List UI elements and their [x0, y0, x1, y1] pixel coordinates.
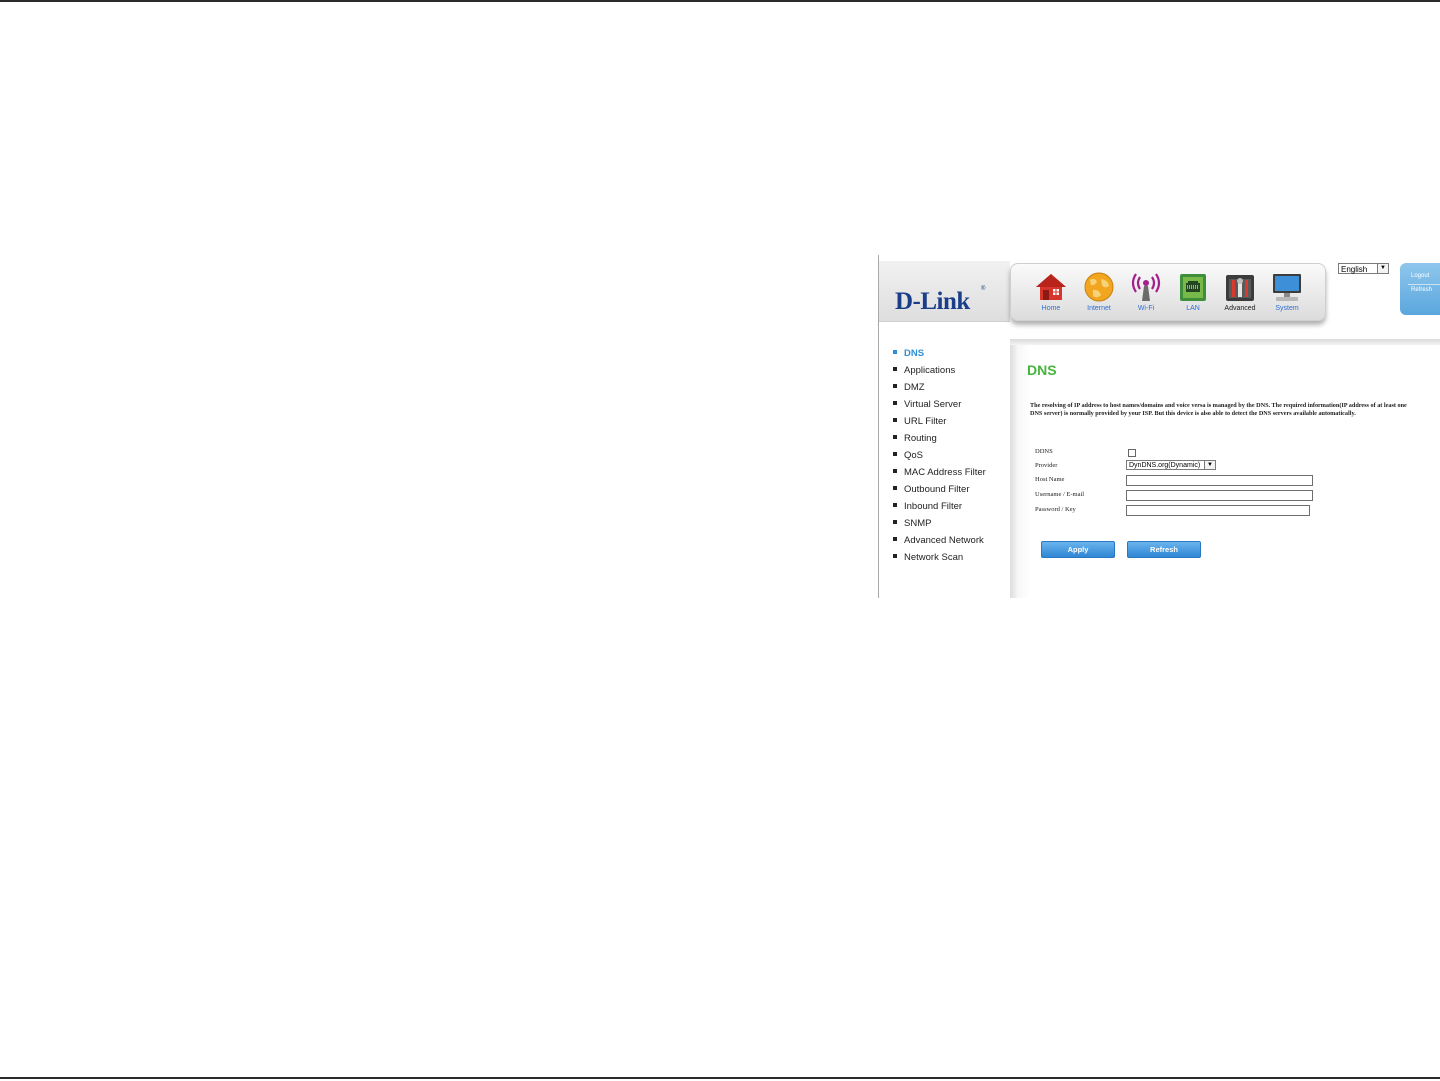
sidebar-item-dmz[interactable]: DMZ — [893, 382, 925, 394]
nav-lan[interactable]: LAN — [1171, 271, 1215, 313]
bullet-icon — [893, 435, 897, 439]
logo-panel: D-Link ® — [879, 261, 1010, 322]
apply-button[interactable]: Apply — [1041, 541, 1115, 558]
sidebar-item-applications[interactable]: Applications — [893, 365, 955, 377]
lan-icon — [1180, 274, 1206, 301]
password-label: Password / Key — [1035, 506, 1076, 513]
password-input[interactable] — [1126, 505, 1310, 516]
nav-label-internet: Internet — [1087, 305, 1111, 312]
sidebar-item-dns[interactable]: DNS — [893, 348, 924, 360]
bullet-icon — [893, 469, 897, 473]
logo-registered-mark: ® — [981, 286, 986, 292]
router-ui-screenshot: D-Link ® Home Internet Wi-Fi LAN Advance… — [878, 255, 1440, 598]
nav-system[interactable]: System — [1265, 271, 1309, 313]
side-action-tab: Logout Refresh — [1400, 263, 1440, 315]
username-input[interactable] — [1126, 490, 1313, 501]
refresh-link[interactable]: Refresh — [1411, 287, 1432, 293]
bullet-icon — [893, 503, 897, 507]
page-top-rule — [0, 0, 1440, 2]
content-panel-header-shade — [1010, 339, 1440, 345]
nav-label-advanced: Advanced — [1224, 305, 1256, 312]
advanced-tools-icon — [1226, 275, 1254, 301]
nav-label-lan: LAN — [1186, 305, 1200, 312]
nav-label-wifi: Wi-Fi — [1137, 305, 1155, 312]
host-name-input[interactable] — [1126, 475, 1313, 486]
provider-selected-value: DynDNS.org(Dynamic) — [1129, 462, 1201, 469]
provider-select[interactable]: DynDNS.org(Dynamic) ▼ — [1126, 460, 1216, 470]
bullet-icon — [893, 554, 897, 558]
sidebar-item-qos[interactable]: QoS — [893, 450, 923, 462]
ddns-checkbox[interactable] — [1128, 449, 1136, 457]
nav-advanced[interactable]: Advanced — [1218, 271, 1262, 313]
bullet-icon — [893, 486, 897, 490]
wifi-icon — [1131, 273, 1161, 301]
sidebar-item-url-filter[interactable]: URL Filter — [893, 416, 946, 428]
sidebar-item-advanced-network[interactable]: Advanced Network — [893, 535, 984, 547]
bullet-icon — [893, 350, 897, 354]
sidebar-item-inbound-filter[interactable]: Inbound Filter — [893, 501, 962, 513]
nav-wifi[interactable]: Wi-Fi — [1124, 271, 1168, 313]
top-nav-bar: Home Internet Wi-Fi LAN Advanced System — [1010, 263, 1326, 321]
bullet-icon — [893, 384, 897, 388]
username-label: Username / E-mail — [1035, 491, 1085, 498]
nav-home[interactable]: Home — [1029, 271, 1073, 313]
chevron-down-icon: ▼ — [1377, 264, 1388, 273]
bullet-icon — [893, 418, 897, 422]
monitor-icon — [1273, 274, 1301, 301]
logout-link[interactable]: Logout — [1411, 273, 1429, 279]
sidebar-item-outbound-filter[interactable]: Outbound Filter — [893, 484, 969, 496]
language-select[interactable]: English ▼ — [1338, 263, 1389, 274]
nav-internet[interactable]: Internet — [1077, 271, 1121, 313]
refresh-button[interactable]: Refresh — [1127, 541, 1201, 558]
host-name-label: Host Name — [1035, 476, 1065, 483]
side-tab-divider — [1408, 284, 1440, 285]
home-icon — [1036, 274, 1066, 300]
bullet-icon — [893, 452, 897, 456]
bullet-icon — [893, 401, 897, 405]
page-bottom-rule — [0, 1077, 1440, 1079]
language-selected-value: English — [1341, 265, 1368, 274]
dns-description: The resolving of IP address to host name… — [1030, 402, 1407, 417]
sidebar-item-snmp[interactable]: SNMP — [893, 518, 931, 530]
nav-label-system: System — [1275, 305, 1299, 312]
nav-label-home: Home — [1041, 305, 1061, 312]
sidebar-item-routing[interactable]: Routing — [893, 433, 937, 445]
content-panel — [1010, 339, 1440, 598]
bullet-icon — [893, 537, 897, 541]
sidebar-item-mac-address-filter[interactable]: MAC Address Filter — [893, 467, 986, 479]
sidebar-item-virtual-server[interactable]: Virtual Server — [893, 399, 961, 411]
sidebar-item-network-scan[interactable]: Network Scan — [893, 552, 963, 564]
globe-icon — [1084, 272, 1114, 302]
provider-label: Provider — [1035, 462, 1058, 469]
bullet-icon — [893, 367, 897, 371]
dlink-logo: D-Link — [895, 288, 970, 315]
bullet-icon — [893, 520, 897, 524]
ddns-label: DDNS — [1035, 448, 1053, 455]
chevron-down-icon: ▼ — [1204, 461, 1215, 469]
page-title: DNS — [1027, 362, 1057, 378]
